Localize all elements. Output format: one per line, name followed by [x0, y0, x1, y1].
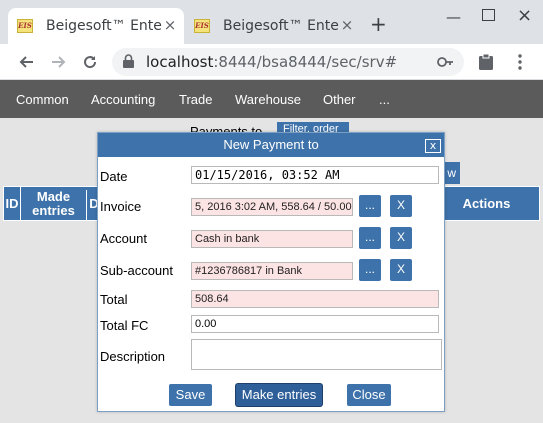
nav-item-more[interactable]: ...: [379, 92, 390, 107]
account-pick-button[interactable]: ...: [359, 227, 381, 249]
lock-icon: [123, 54, 134, 68]
total-fc-label: Total FC: [100, 318, 149, 333]
menu-dots-icon[interactable]: [508, 50, 532, 74]
make-entries-button[interactable]: Make entries: [236, 384, 322, 406]
url-host: localhost: [146, 53, 214, 71]
close-button[interactable]: Close: [347, 384, 391, 406]
browser-toolbar: localhost:8444/bsa8444/sec/srv#: [0, 44, 543, 80]
minimize-icon[interactable]: —: [446, 8, 461, 26]
account-label: Account: [100, 231, 147, 246]
forward-arrow-icon[interactable]: [47, 50, 71, 74]
maximize-icon[interactable]: [482, 9, 495, 21]
nav-item-trade[interactable]: Trade: [179, 92, 212, 107]
reload-icon[interactable]: [78, 50, 102, 74]
tab-title: Beigesoft™ Ente: [223, 18, 339, 34]
invoice-clear-button[interactable]: X: [390, 195, 412, 217]
key-icon[interactable]: [436, 53, 454, 71]
browser-tab[interactable]: EIS Beigesoft™ Ente ×: [185, 8, 361, 44]
app-nav-bar: Common Accounting Trade Warehouse Other …: [0, 80, 543, 118]
nav-item-common[interactable]: Common: [16, 92, 69, 107]
invoice-label: Invoice: [100, 199, 142, 214]
tab-title: Beigesoft™ Ente: [46, 18, 162, 34]
tab-close-icon[interactable]: ×: [339, 18, 355, 34]
subaccount-pick-button[interactable]: ...: [359, 259, 381, 281]
subaccount-label: Sub-account: [100, 263, 173, 278]
nav-item-warehouse[interactable]: Warehouse: [235, 92, 301, 107]
new-payment-dialog: New Payment to x Date 01/15/2016, 03:52 …: [97, 132, 445, 412]
subaccount-clear-button[interactable]: X: [390, 259, 412, 281]
browser-tab-active[interactable]: EIS Beigesoft™ Ente ×: [8, 8, 184, 44]
nav-item-accounting[interactable]: Accounting: [91, 92, 155, 107]
column-made-entries: Made entries: [21, 190, 87, 220]
total-field[interactable]: 508.64: [191, 290, 439, 308]
url-text: localhost:8444/bsa8444/sec/srv#: [146, 53, 397, 71]
clipboard-icon[interactable]: [474, 50, 498, 74]
window-close-icon[interactable]: ×: [517, 5, 532, 26]
description-field[interactable]: [191, 339, 442, 370]
account-clear-button[interactable]: X: [390, 227, 412, 249]
eis-favicon-icon: EIS: [194, 19, 210, 33]
account-field[interactable]: Cash in bank: [191, 230, 353, 248]
tab-close-icon[interactable]: ×: [162, 18, 178, 34]
back-arrow-icon[interactable]: [14, 50, 38, 74]
address-bar[interactable]: localhost:8444/bsa8444/sec/srv#: [112, 48, 464, 76]
nav-item-other[interactable]: Other: [323, 92, 356, 107]
description-label: Description: [100, 349, 166, 364]
total-fc-field[interactable]: 0.00: [191, 315, 439, 333]
date-label: Date: [100, 169, 128, 184]
url-path: :8444/bsa8444/sec/srv#: [213, 53, 398, 71]
invoice-field[interactable]: 5, 2016 3:02 AM, 558.64 / 50.00,: [191, 198, 353, 216]
browser-tab-strip: EIS Beigesoft™ Ente × EIS Beigesoft™ Ent…: [0, 0, 543, 44]
date-field[interactable]: 01/15/2016, 03:52 AM: [191, 166, 439, 184]
column-actions: Actions: [462, 196, 511, 211]
dialog-title: New Payment to: [98, 133, 444, 157]
eis-favicon-icon: EIS: [17, 19, 33, 33]
invoice-pick-button[interactable]: ...: [359, 195, 381, 217]
dialog-close-icon[interactable]: x: [425, 139, 441, 153]
save-button[interactable]: Save: [169, 384, 212, 406]
total-label: Total: [100, 292, 128, 307]
column-id: ID: [4, 187, 21, 220]
subaccount-field[interactable]: #1236786817 in Bank: [191, 262, 353, 280]
new-tab-icon[interactable]: +: [370, 14, 387, 34]
